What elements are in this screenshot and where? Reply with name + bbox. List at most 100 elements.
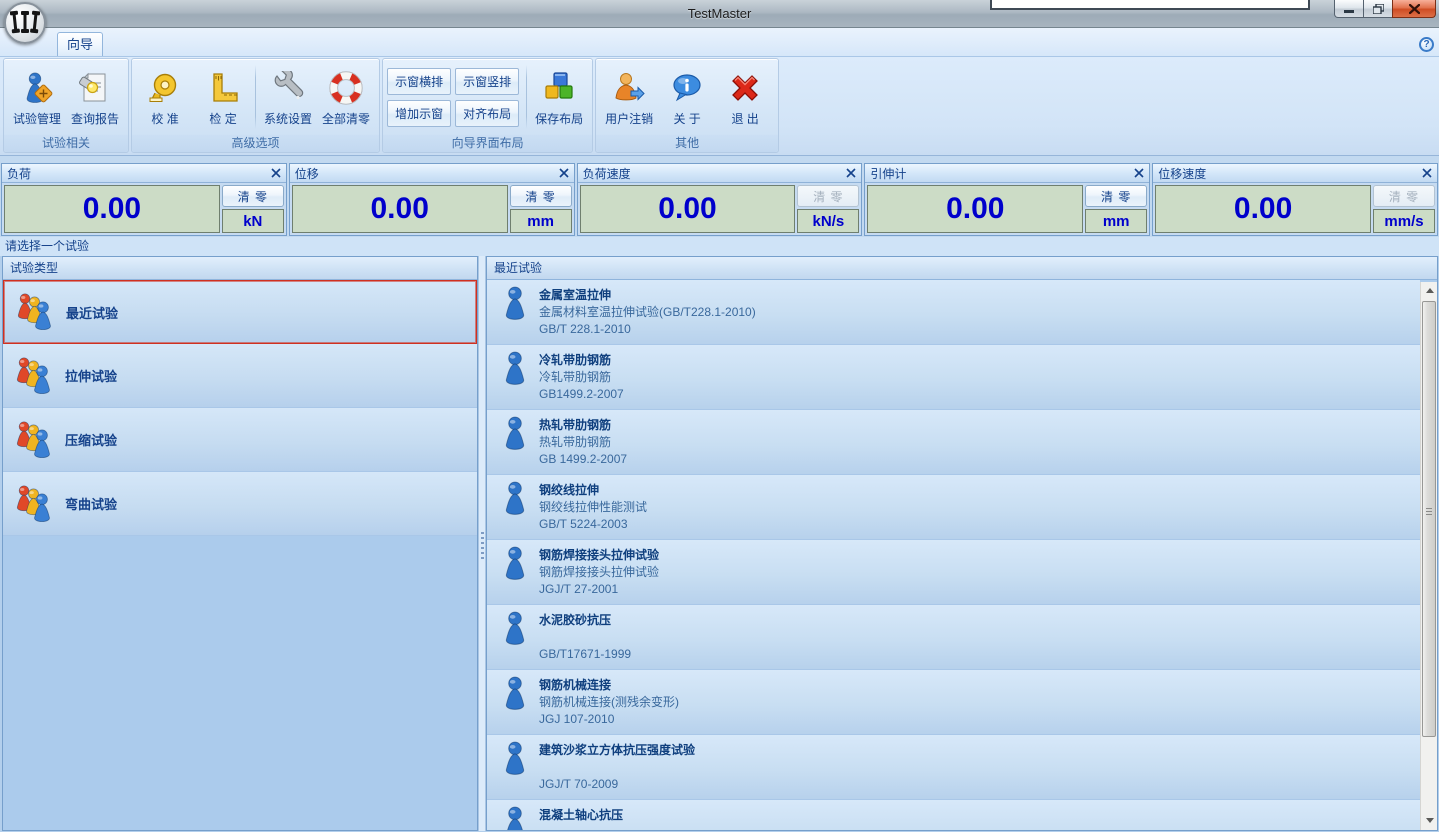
meter-unit: kN/s	[797, 209, 859, 233]
group-label-advanced: 高级选项	[132, 135, 379, 152]
pawn-icon	[501, 416, 529, 451]
recent-test-text: 热轧带肋钢筋 热轧带肋钢筋 GB 1499.2-2007	[539, 416, 627, 468]
recent-test-item[interactable]: 混凝土轴心抗压	[487, 800, 1420, 830]
test-type-item[interactable]: 最近试验	[3, 280, 477, 344]
specimen-logo-icon	[10, 9, 40, 37]
recent-test-item[interactable]: 冷轧带肋钢筋 冷轧带肋钢筋 GB1499.2-2007	[487, 345, 1420, 410]
pawn-group-icon	[13, 421, 53, 459]
test-type-item[interactable]: 拉伸试验	[3, 344, 477, 408]
recent-test-text: 钢筋焊接接头拉伸试验 钢筋焊接接头拉伸试验 JGJ/T 27-2001	[539, 546, 659, 598]
clear-zero-button[interactable]: 清 零	[222, 185, 284, 207]
scroll-up-button[interactable]	[1421, 282, 1438, 299]
ruler-icon	[206, 71, 240, 105]
meter-title: 负荷速度	[583, 165, 847, 182]
recent-test-item[interactable]: 钢筋机械连接 钢筋机械连接(测残余变形) JGJ 107-2010	[487, 670, 1420, 735]
calibrate-button[interactable]: 校 准	[136, 66, 194, 129]
splitter-grip-icon	[481, 532, 484, 560]
close-icon[interactable]	[1422, 168, 1432, 178]
test-type-item[interactable]: 弯曲试验	[3, 472, 477, 536]
meter-value: 0.00	[946, 192, 1004, 226]
windows-vertical-button[interactable]: 示窗竖排	[455, 68, 519, 95]
recent-test-text: 钢筋机械连接 钢筋机械连接(测残余变形) JGJ 107-2010	[539, 676, 679, 728]
recent-tests-header: 最近试验	[487, 257, 1437, 280]
recent-test-item[interactable]: 建筑沙浆立方体抗压强度试验 JGJ/T 70-2009	[487, 735, 1420, 800]
help-button[interactable]: ?	[1419, 37, 1434, 52]
recent-test-title: 钢筋机械连接	[539, 676, 679, 694]
app-menu-button[interactable]	[4, 2, 46, 44]
recent-test-text: 金属室温拉伸 金属材料室温拉伸试验(GB/T228.1-2010) GB/T 2…	[539, 286, 756, 338]
meter-value-display: 0.00	[4, 185, 220, 233]
tab-wizard[interactable]: 向导	[57, 32, 103, 56]
pawn-icon	[501, 611, 529, 646]
meter-side: 清 零 mm	[1085, 185, 1147, 233]
recent-test-desc: 冷轧带肋钢筋	[539, 369, 624, 386]
test-manage-button[interactable]: 试验管理	[8, 66, 66, 129]
ribbon: 试验管理 查询报告 试验相关	[0, 57, 1439, 156]
recent-test-title: 冷轧带肋钢筋	[539, 351, 624, 369]
window-controls	[1335, 0, 1436, 18]
pawn-group-icon	[13, 485, 53, 523]
panel-splitter[interactable]	[478, 256, 486, 831]
add-window-button[interactable]: 增加示窗	[387, 100, 451, 127]
save-layout-button[interactable]: 保存布局	[530, 66, 588, 129]
recent-test-desc	[539, 759, 695, 776]
meter-title: 位移	[295, 165, 559, 182]
windows-horizontal-button[interactable]: 示窗横排	[387, 68, 451, 95]
restore-button[interactable]	[1363, 0, 1393, 18]
meter-titlebar: 位移	[290, 164, 574, 183]
query-report-button[interactable]: 查询报告	[66, 66, 124, 129]
recent-test-item[interactable]: 钢绞线拉伸 钢绞线拉伸性能测试 GB/T 5224-2003	[487, 475, 1420, 540]
close-icon[interactable]	[559, 168, 569, 178]
test-type-item[interactable]: 压缩试验	[3, 408, 477, 472]
test-type-list: 最近试验 拉伸试验 压缩试验 弯曲试验	[3, 280, 477, 536]
query-report-label: 查询报告	[71, 110, 119, 127]
recent-test-desc	[539, 629, 631, 646]
meter-value: 0.00	[658, 192, 716, 226]
close-icon[interactable]	[846, 168, 856, 178]
meter-titlebar: 负荷速度	[578, 164, 862, 183]
system-settings-button[interactable]: 系统设置	[259, 66, 317, 129]
exit-icon	[728, 71, 762, 105]
recent-test-item[interactable]: 钢筋焊接接头拉伸试验 钢筋焊接接头拉伸试验 JGJ/T 27-2001	[487, 540, 1420, 605]
clear-all-button[interactable]: 全部清零	[317, 66, 375, 129]
scrollbar-thumb[interactable]	[1422, 301, 1436, 737]
recent-test-desc: 金属材料室温拉伸试验(GB/T228.1-2010)	[539, 304, 756, 321]
close-icon[interactable]	[1134, 168, 1144, 178]
minimize-button[interactable]	[1334, 0, 1364, 18]
verify-button[interactable]: 检 定	[194, 66, 252, 129]
vertical-scrollbar[interactable]	[1420, 282, 1437, 830]
close-icon[interactable]	[271, 168, 281, 178]
meter-panel: 负荷速度 0.00 清 零 kN/s	[577, 163, 863, 236]
minimize-icon	[1344, 4, 1354, 13]
layout-small-buttons: 示窗横排 示窗竖排 增加示窗 对齐布局	[387, 68, 519, 127]
meter-panel: 位移 0.00 清 零 mm	[289, 163, 575, 236]
ribbon-tabrow: 向导 ?	[0, 28, 1439, 57]
close-button[interactable]	[1392, 0, 1436, 18]
meter-unit: kN	[222, 209, 284, 233]
titlebar: TestMaster	[0, 0, 1439, 28]
recent-test-item[interactable]: 热轧带肋钢筋 热轧带肋钢筋 GB 1499.2-2007	[487, 410, 1420, 475]
restore-icon	[1373, 4, 1384, 14]
align-layout-button[interactable]: 对齐布局	[455, 100, 519, 127]
meter-titlebar: 引伸计	[865, 164, 1149, 183]
recent-test-standard: GB/T 5224-2003	[539, 516, 647, 533]
clear-zero-button[interactable]: 清 零	[1085, 185, 1147, 207]
recent-test-desc	[539, 824, 623, 830]
meter-value: 0.00	[371, 192, 429, 226]
meter-title: 位移速度	[1158, 165, 1422, 182]
test-type-panel: 试验类型 最近试验 拉伸试验 压缩试验 弯曲试验	[2, 256, 478, 831]
recent-test-desc: 钢绞线拉伸性能测试	[539, 499, 647, 516]
recent-test-desc: 钢筋机械连接(测残余变形)	[539, 694, 679, 711]
test-type-label: 拉伸试验	[65, 366, 117, 385]
background-window-edge	[990, 0, 1310, 10]
user-logout-button[interactable]: 用户注销	[600, 66, 658, 129]
test-type-header: 试验类型	[3, 257, 477, 280]
recent-test-item[interactable]: 水泥胶砂抗压 GB/T17671-1999	[487, 605, 1420, 670]
recent-test-item[interactable]: 金属室温拉伸 金属材料室温拉伸试验(GB/T228.1-2010) GB/T 2…	[487, 280, 1420, 345]
scroll-down-button[interactable]	[1421, 812, 1438, 829]
about-button[interactable]: 关 于	[658, 66, 716, 129]
exit-button[interactable]: 退 出	[716, 66, 774, 129]
clear-zero-button[interactable]: 清 零	[510, 185, 572, 207]
cubes-icon	[542, 71, 576, 105]
meter-value-display: 0.00	[867, 185, 1083, 233]
